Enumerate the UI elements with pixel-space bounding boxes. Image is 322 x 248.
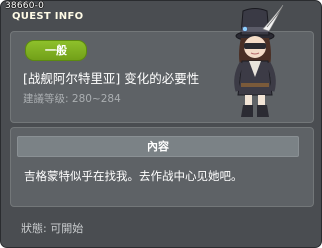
hat-gem (242, 26, 248, 32)
quest-description: 吉格蒙特似乎在找我。去作战中心见她吧。 (24, 169, 243, 183)
quest-status-label: 狀態: (21, 222, 47, 235)
quest-status: 狀態: 可開始 (21, 220, 83, 236)
recommended-level: 建議等级: 280~284 (23, 91, 121, 106)
quest-id-label: 38660-0 (5, 1, 45, 11)
quest-name: [战舰阿尔特里亚] 变化的必要性 (23, 71, 200, 86)
npc-portrait-icon (234, 5, 284, 117)
content-section-header: 內容 (17, 136, 299, 157)
recommended-level-range: 280~284 (71, 93, 121, 105)
window-title: QUEST INFO (12, 11, 84, 22)
quest-category-badge: 一般 (25, 40, 87, 61)
quest-status-value: 可開始 (50, 222, 84, 235)
eye-mask (244, 43, 266, 49)
boots (241, 105, 253, 117)
recommended-level-label: 建議等级: (23, 93, 69, 105)
quest-info-window: 38660-0 QUEST INFO 一般 [战舰阿尔特里亚] 变化的必要性 建… (0, 0, 322, 248)
